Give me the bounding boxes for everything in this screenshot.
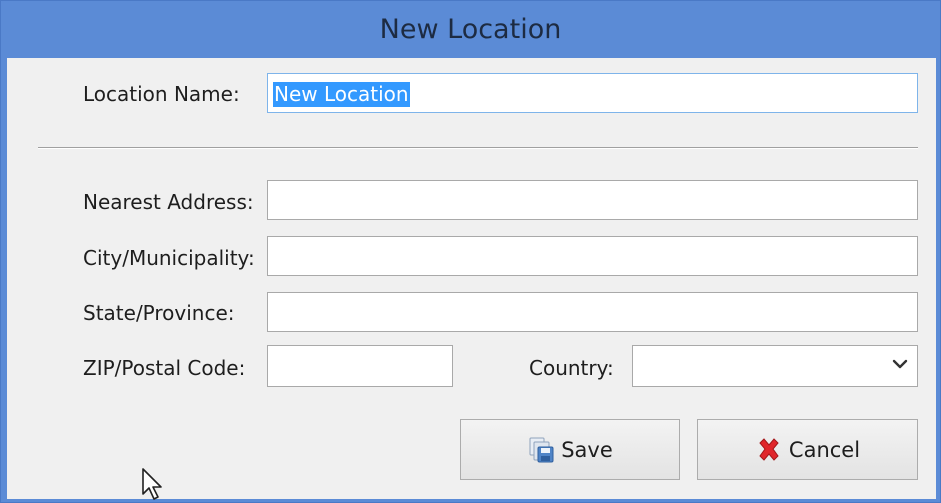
state-input[interactable] [267, 292, 918, 332]
location-name-label: Location Name: [83, 82, 240, 106]
cancel-button[interactable]: Cancel [697, 419, 918, 480]
mouse-pointer-icon [142, 468, 162, 500]
location-name-input[interactable]: New Location [267, 73, 918, 113]
window-title: New Location [379, 13, 562, 45]
country-label: Country: [529, 356, 614, 380]
red-x-icon [759, 437, 779, 461]
cancel-button-label: Cancel [788, 437, 861, 462]
save-disk-icon [529, 437, 554, 462]
chevron-down-icon[interactable] [891, 357, 909, 371]
location-name-selected-text: New Location [273, 82, 410, 107]
save-button[interactable]: Save [460, 419, 680, 480]
save-button-label: Save [561, 437, 613, 462]
nearest-address-label: Nearest Address: [83, 190, 254, 214]
city-input[interactable] [267, 236, 918, 276]
nearest-address-input[interactable] [267, 180, 918, 220]
form-divider [38, 147, 918, 149]
dialog-window: New Location Location Name: New Location… [0, 0, 941, 503]
zip-input[interactable] [267, 345, 453, 387]
country-select[interactable] [632, 345, 918, 387]
dialog-body: Location Name: New Location Nearest Addr… [7, 58, 936, 500]
zip-label: ZIP/Postal Code: [83, 356, 246, 380]
state-label: State/Province: [83, 301, 235, 325]
city-label: City/Municipality: [83, 246, 255, 270]
